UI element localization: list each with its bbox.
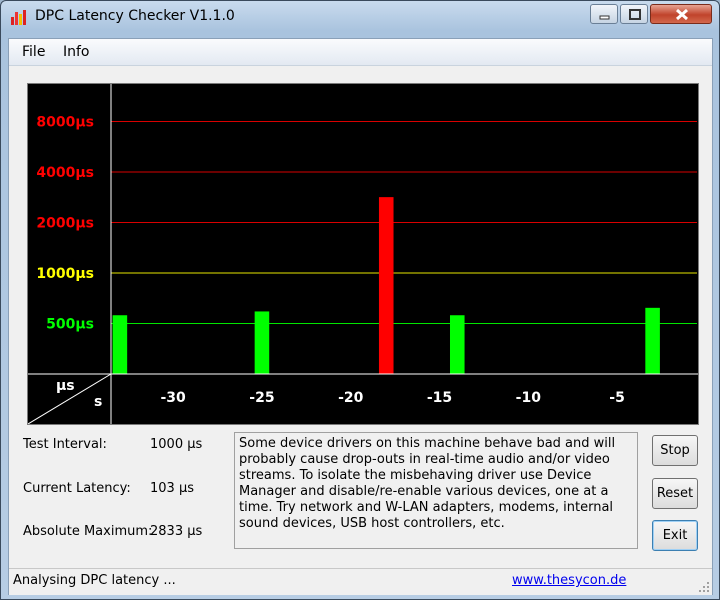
x-tick-label: -10 xyxy=(516,390,542,406)
minimize-button[interactable] xyxy=(590,4,618,24)
app-icon xyxy=(11,10,26,25)
title-bar[interactable]: DPC Latency Checker V1.1.0 xyxy=(1,1,719,33)
reset-button[interactable]: Reset xyxy=(652,478,698,509)
test-interval-value: 1000 µs xyxy=(150,437,203,452)
menu-info[interactable]: Info xyxy=(63,44,90,60)
latency-bar xyxy=(449,315,465,374)
app-window: DPC Latency Checker V1.1.0 File Info 160… xyxy=(0,0,720,600)
menu-bar: File Info xyxy=(9,39,712,66)
y-tick-label: 500µs xyxy=(46,317,94,333)
latency-bar xyxy=(378,197,394,374)
menu-file[interactable]: File xyxy=(22,44,45,60)
x-tick-label: -30 xyxy=(161,390,187,406)
y-tick-label: 4000µs xyxy=(36,165,94,181)
corner-label-s: s xyxy=(94,394,102,410)
absolute-maximum-label: Absolute Maximum: xyxy=(23,524,153,539)
exit-button[interactable]: Exit xyxy=(652,520,698,551)
y-tick-label: 2000µs xyxy=(36,216,94,232)
x-tick-label: -5 xyxy=(609,390,625,406)
diagnosis-message: Some device drivers on this machine beha… xyxy=(234,432,638,549)
status-bar: Analysing DPC latency ... www.thesycon.d… xyxy=(9,568,712,595)
x-tick-label: -25 xyxy=(249,390,274,406)
current-latency-label: Current Latency: xyxy=(23,481,131,496)
window-title: DPC Latency Checker V1.1.0 xyxy=(35,8,235,24)
client-area: File Info 16000µs8000µs4000µs2000µs1000µ… xyxy=(8,38,713,595)
stop-button[interactable]: Stop xyxy=(652,435,698,466)
latency-chart: 16000µs8000µs4000µs2000µs1000µs500µsµss-… xyxy=(27,83,699,425)
y-tick-label: 8000µs xyxy=(36,115,94,131)
latency-bar xyxy=(112,315,128,374)
resize-grip-icon[interactable] xyxy=(698,581,710,593)
latency-chart-svg: 16000µs8000µs4000µs2000µs1000µs500µsµss-… xyxy=(28,84,698,424)
minimize-icon xyxy=(599,15,610,20)
maximize-icon xyxy=(629,9,641,20)
absolute-maximum-value: 2833 µs xyxy=(150,524,203,539)
latency-bar xyxy=(645,307,660,374)
website-link[interactable]: www.thesycon.de xyxy=(512,573,626,588)
y-tick-label: 1000µs xyxy=(36,266,94,282)
current-latency-value: 103 µs xyxy=(150,481,194,496)
corner-label-us: µs xyxy=(56,378,75,394)
latency-bar xyxy=(254,311,270,374)
maximize-button[interactable] xyxy=(620,4,648,24)
close-icon xyxy=(675,8,689,21)
test-interval-label: Test Interval: xyxy=(23,437,107,452)
status-text: Analysing DPC latency ... xyxy=(13,573,176,588)
close-button[interactable] xyxy=(650,4,712,24)
x-tick-label: -20 xyxy=(338,390,364,406)
x-tick-label: -15 xyxy=(427,390,452,406)
